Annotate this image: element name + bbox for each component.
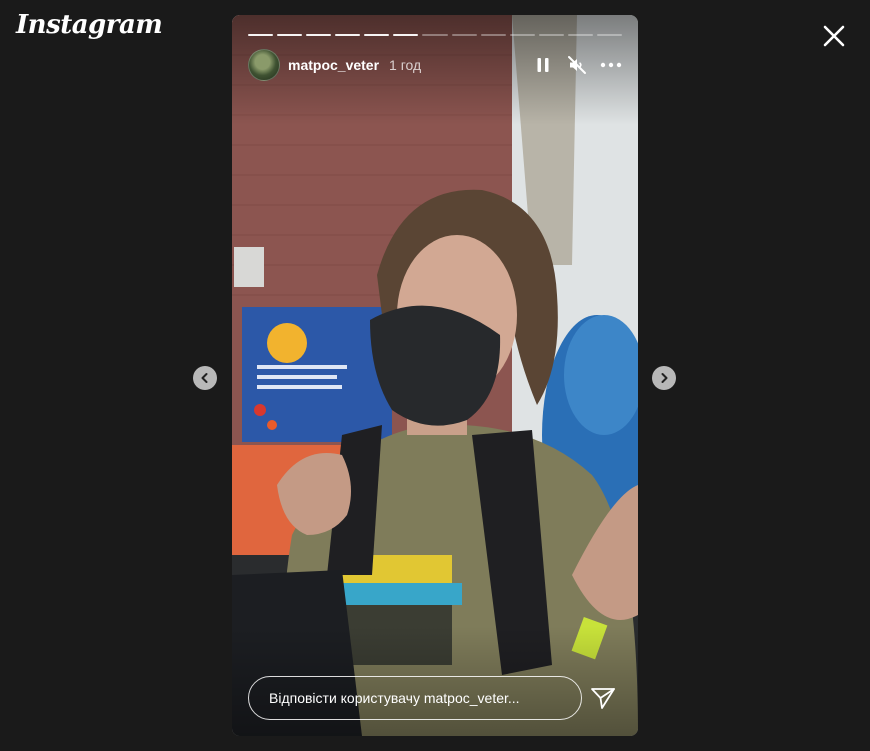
progress-segment — [364, 34, 390, 36]
progress-segment — [306, 34, 332, 36]
reply-bar — [248, 676, 622, 720]
progress-segment — [596, 34, 623, 36]
chevron-right-icon — [661, 373, 668, 383]
avatar[interactable] — [248, 49, 280, 81]
reply-input[interactable] — [248, 676, 582, 720]
more-options-button[interactable] — [600, 54, 622, 76]
progress-segment — [567, 34, 593, 36]
story-viewer[interactable]: matpoc_veter 1 год — [232, 15, 638, 736]
progress-segment — [451, 34, 477, 36]
speaker-muted-icon — [568, 56, 586, 74]
close-icon — [823, 25, 845, 47]
progress-segment — [393, 34, 419, 36]
progress-segment — [335, 34, 361, 36]
story-timestamp: 1 год — [389, 57, 422, 73]
mute-button[interactable] — [566, 54, 588, 76]
close-button[interactable] — [820, 22, 848, 50]
story-controls — [532, 54, 622, 76]
pause-button[interactable] — [532, 54, 554, 76]
previous-story-button[interactable] — [193, 366, 217, 390]
paper-plane-icon — [591, 688, 615, 709]
story-header: matpoc_veter 1 год — [248, 49, 622, 81]
story-progress-bar — [248, 34, 623, 36]
progress-segment — [538, 34, 564, 36]
chevron-left-icon — [201, 373, 208, 383]
send-button[interactable] — [590, 685, 616, 711]
progress-segment — [248, 34, 274, 36]
more-options-icon — [600, 62, 622, 68]
progress-segment — [277, 34, 303, 36]
story-username[interactable]: matpoc_veter — [288, 57, 379, 73]
next-story-button[interactable] — [652, 366, 676, 390]
progress-segment — [422, 34, 448, 36]
progress-segment — [509, 34, 535, 36]
pause-icon — [537, 58, 549, 72]
instagram-logo[interactable]: Instagram — [16, 10, 163, 40]
progress-segment — [480, 34, 506, 36]
